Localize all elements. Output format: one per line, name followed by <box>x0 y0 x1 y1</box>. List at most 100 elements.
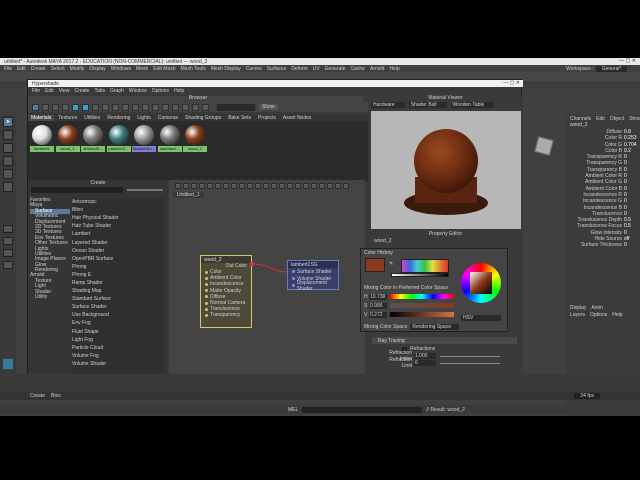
refraction-limit-slider[interactable] <box>440 362 500 364</box>
browser-create-icon[interactable] <box>152 103 159 111</box>
browser-list-icon[interactable] <box>42 103 49 111</box>
node-list-item[interactable]: Fluid Shape <box>72 328 164 336</box>
material-swatch[interactable]: wood_2 <box>183 124 207 156</box>
node-list-item[interactable]: Volume Shader <box>72 360 164 368</box>
material-swatch[interactable]: aiStandS... <box>81 124 105 156</box>
view-cube-icon[interactable] <box>534 136 554 156</box>
browser-refresh-icon[interactable] <box>92 103 99 111</box>
main-menu-item[interactable]: Cache <box>351 66 365 72</box>
browser-filter-icon[interactable] <box>122 103 129 111</box>
browser-tab[interactable]: Shading Groups <box>182 115 224 121</box>
browser-grid-icon[interactable] <box>32 103 39 111</box>
select-tool-icon[interactable]: ➤ <box>3 117 13 127</box>
browser-bookmark-icon[interactable] <box>132 103 139 111</box>
node-list-item[interactable]: Env Fog <box>72 319 164 327</box>
hsv-value-input[interactable]: 10.738 <box>369 293 387 300</box>
refraction-limit-input[interactable]: 6 <box>414 360 436 366</box>
main-menu-item[interactable]: Mesh <box>136 66 148 72</box>
browser-render-icon[interactable] <box>112 103 119 111</box>
mixing-space-select[interactable]: Rendering Space <box>410 324 459 330</box>
node-list-item[interactable]: Standard Surface <box>72 295 164 303</box>
node-list-item[interactable]: Phong E <box>72 271 164 279</box>
node-list-item[interactable]: Blinn <box>72 206 164 214</box>
channel-attr[interactable]: Surface Thickness 0 <box>568 242 638 248</box>
node-list-item[interactable]: OpenPBR Surface <box>72 255 164 263</box>
viewer-option-select[interactable]: Hardware <box>371 102 405 108</box>
node-list-item[interactable]: Use Background <box>72 311 164 319</box>
create-tree-item[interactable]: Utility <box>30 294 70 300</box>
frame-rate-select[interactable]: 24 fps <box>574 393 600 399</box>
browser-sample-icon[interactable] <box>102 103 109 111</box>
main-menu-item[interactable]: Mesh Tools <box>181 66 206 72</box>
window-controls[interactable]: — ▢ ✕ <box>619 58 636 64</box>
browser-tab[interactable]: Projects <box>255 115 279 121</box>
node-list-item[interactable]: Layered Shader <box>72 238 164 246</box>
main-menu-item[interactable]: File <box>4 66 12 72</box>
refraction-index-input[interactable]: 1.000 <box>414 353 436 359</box>
main-menu-item[interactable]: Curves <box>246 66 262 72</box>
hsv-slider[interactable] <box>390 303 454 308</box>
layer-editor-menu-item[interactable]: Help <box>612 312 622 318</box>
hsv-value-input[interactable]: 0.986 <box>369 302 387 309</box>
browser-swatch-icon[interactable] <box>192 103 199 111</box>
node-list-item[interactable]: Shading Map <box>72 287 164 295</box>
browser-graph-icon[interactable] <box>62 103 69 111</box>
node-list-item[interactable]: Hair Tube Shader <box>72 222 164 230</box>
browser-tab[interactable]: Textures <box>55 115 80 121</box>
color-history-swatches[interactable] <box>401 259 449 273</box>
lasso-tool-icon[interactable] <box>3 130 13 140</box>
hypershade-menu-item[interactable]: Edit <box>45 88 54 94</box>
node-list-item[interactable]: Surface Shader <box>72 303 164 311</box>
node-list-item[interactable]: Light Fog <box>72 336 164 344</box>
create-search-input[interactable] <box>31 187 123 193</box>
move-tool-icon[interactable] <box>3 156 13 166</box>
layer-editor-menu-item[interactable]: Options <box>590 312 607 318</box>
node-list-item[interactable]: Ramp Shader <box>72 279 164 287</box>
viewer-option-select[interactable]: Shader Ball <box>408 102 447 108</box>
main-menu-item[interactable]: Arnold <box>370 66 384 72</box>
node-list-item[interactable]: Particle Cloud <box>72 344 164 352</box>
main-menu-item[interactable]: Mesh Display <box>211 66 241 72</box>
layer-editor-tab[interactable]: Display <box>570 305 586 311</box>
node-list-item[interactable]: Volume Fog <box>72 352 164 360</box>
main-menu-item[interactable]: Edit <box>17 66 26 72</box>
bottom-create-tab[interactable]: Create <box>30 393 45 399</box>
bottom-bins-tab[interactable]: Bins <box>51 393 61 399</box>
rotate-tool-icon[interactable] <box>3 169 13 179</box>
current-color-swatch[interactable] <box>365 258 385 272</box>
browser-show-button[interactable]: Show <box>259 104 278 110</box>
hypershade-menu-item[interactable]: Create <box>74 88 89 94</box>
browser-tab[interactable]: Asset Nodes <box>280 115 314 121</box>
main-menu-item[interactable]: Surfaces <box>267 66 287 72</box>
layer-editor-menu-item[interactable]: Layers <box>570 312 585 318</box>
browser-tab[interactable]: Cameras <box>155 115 181 121</box>
color-wheel-inner[interactable] <box>470 272 492 294</box>
main-menu-item[interactable]: Edit Mesh <box>153 66 175 72</box>
main-menu-item[interactable]: Select <box>51 66 65 72</box>
paint-tool-icon[interactable] <box>3 143 13 153</box>
main-menu-item[interactable]: UV <box>313 66 320 72</box>
layout-single-icon[interactable] <box>3 225 13 233</box>
hypershade-menu-item[interactable]: Options <box>152 88 169 94</box>
material-swatch[interactable]: wood_1 <box>55 124 80 156</box>
node-list-item[interactable]: Hair Physical Shader <box>72 214 164 222</box>
browser-tab[interactable]: Materials <box>28 114 55 121</box>
hypershade-menu-item[interactable]: View <box>59 88 70 94</box>
channel-box-tab[interactable]: Edit <box>596 116 605 122</box>
eyedropper-icon[interactable]: ✎ <box>389 261 395 267</box>
material-swatch[interactable]: shaderGlo... <box>132 124 156 156</box>
color-mode-select[interactable]: HSV <box>461 315 501 321</box>
grayscale-swatches[interactable] <box>391 273 449 277</box>
hypershade-menu-item[interactable]: File <box>32 88 40 94</box>
node-list-item[interactable]: Phong <box>72 263 164 271</box>
hypershade-menu-item[interactable]: Graph <box>110 88 124 94</box>
browser-search-input[interactable] <box>217 103 255 111</box>
browser-material-icon[interactable] <box>202 103 209 111</box>
main-menu-item[interactable]: Windows <box>111 66 131 72</box>
layout-outliner-icon[interactable] <box>3 261 13 269</box>
node-list-item[interactable]: Lambert <box>72 230 164 238</box>
viewer-option-select[interactable]: Wooden Table <box>450 102 495 108</box>
color-wheel[interactable] <box>461 263 501 303</box>
browser-layout-icon[interactable] <box>162 103 169 111</box>
hypershade-menu-item[interactable]: Help <box>174 88 184 94</box>
